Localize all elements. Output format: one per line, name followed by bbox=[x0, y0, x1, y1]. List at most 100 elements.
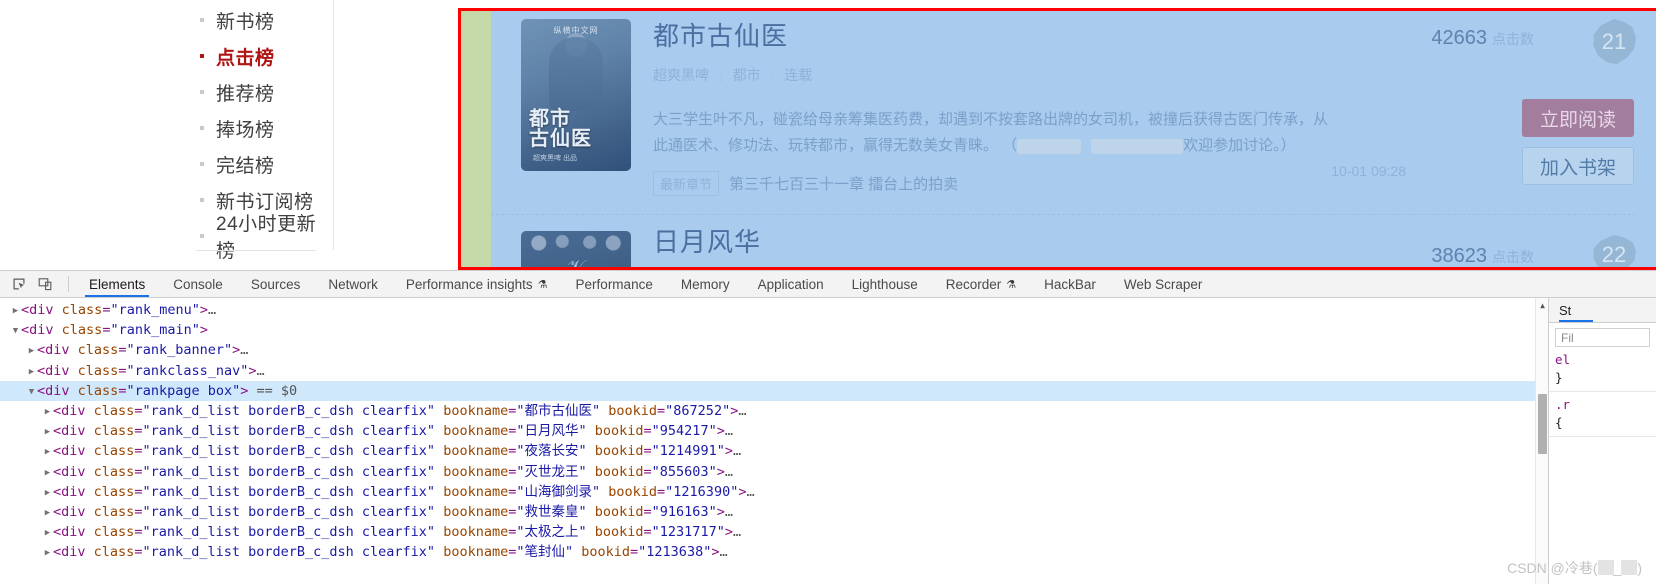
style-rule-brace: { bbox=[1555, 415, 1563, 430]
bullet-icon bbox=[200, 198, 204, 202]
scrollbar-thumb[interactable] bbox=[1538, 394, 1547, 454]
style-rule-selector[interactable]: el bbox=[1555, 351, 1650, 369]
dom-node[interactable]: ▶ <div class="rankclass_nav">… bbox=[0, 361, 1548, 381]
dom-attr-name: bookid bbox=[573, 544, 631, 561]
rank-menu-item[interactable]: 完结榜 bbox=[182, 146, 333, 182]
dom-node[interactable]: ▶ <div class="rank_banner">… bbox=[0, 340, 1548, 360]
dom-tree-pane[interactable]: ▶ <div class="rank_menu">… ▼ <div class="ra… bbox=[0, 298, 1548, 584]
dom-node-tail: … bbox=[208, 302, 217, 318]
dom-attr-name: bookname bbox=[435, 483, 509, 500]
twisty-icon[interactable]: ▶ bbox=[26, 341, 37, 361]
tab-network[interactable]: Network bbox=[314, 271, 392, 297]
styles-filter-input[interactable]: Fil bbox=[1555, 328, 1650, 347]
book-category[interactable]: 都市 bbox=[733, 65, 761, 85]
rank-menu-item[interactable]: 点击榜 bbox=[182, 38, 333, 74]
dom-node-book-row[interactable]: ▶ <div class="rank_d_list borderB_c_dsh c… bbox=[0, 482, 1548, 502]
dom-node-book-row[interactable]: ▶ <div class="rank_d_list borderB_c_dsh c… bbox=[0, 401, 1548, 421]
style-rule-selector[interactable]: .r bbox=[1555, 396, 1650, 414]
dom-attr-value-bookname: "都市古仙医" bbox=[516, 402, 601, 419]
add-to-shelf-button[interactable]: 加入书架 bbox=[1522, 147, 1634, 185]
dom-attr-value: "rank_banner" bbox=[126, 342, 233, 359]
dom-attr-value-bookid: "916163" bbox=[651, 503, 717, 520]
tab-recorder[interactable]: Recorder ⚗ bbox=[932, 271, 1030, 297]
dom-tag-name: div bbox=[45, 342, 70, 359]
dom-node-book-row[interactable]: ▶ <div class="rank_d_list borderB_c_dsh c… bbox=[0, 462, 1548, 482]
latest-chapter-tag: 最新章节 bbox=[653, 171, 720, 196]
device-toolbar-icon[interactable] bbox=[34, 274, 56, 294]
twisty-icon[interactable]: ▶ bbox=[42, 543, 53, 563]
book-row[interactable]: 纵横中文网 都市 古仙医 超爽黑啤 出品 都市古仙医 超爽黑啤 | 都市 | 连载 bbox=[491, 11, 1656, 211]
tab-performance-insights[interactable]: Performance insights ⚗ bbox=[392, 271, 562, 297]
twisty-icon[interactable]: ▶ bbox=[42, 503, 53, 523]
dom-node-book-row[interactable]: ▶ <div class="rank_d_list borderB_c_dsh c… bbox=[0, 542, 1548, 562]
tab-console[interactable]: Console bbox=[159, 271, 237, 297]
rank-main-highlight: 纵横中文网 都市 古仙医 超爽黑啤 出品 都市古仙医 超爽黑啤 | 都市 | 连载 bbox=[458, 8, 1656, 270]
twisty-icon[interactable]: ▼ bbox=[10, 321, 21, 341]
book-row[interactable]: 𝒱 日月风华 38623 点击数 22 bbox=[491, 217, 1656, 267]
book-latest-chapter: 最新章节 第三千七百三十一章 擂台上的拍卖 bbox=[653, 171, 1638, 196]
tab-performance[interactable]: Performance bbox=[562, 271, 667, 297]
rank-menu-item-label: 24小时更新榜 bbox=[216, 214, 317, 262]
read-now-button[interactable]: 立即阅读 bbox=[1522, 99, 1634, 137]
tab-label: Sources bbox=[250, 276, 301, 292]
dom-node-book-row[interactable]: ▶ <div class="rank_d_list borderB_c_dsh c… bbox=[0, 522, 1548, 542]
twisty-icon[interactable]: ▼ bbox=[26, 382, 37, 402]
twisty-icon[interactable]: ▶ bbox=[42, 483, 53, 503]
dom-node[interactable]: ▼ <div class="rank_main"> bbox=[0, 320, 1548, 340]
dom-tree-scrollbar[interactable]: ▲ bbox=[1535, 298, 1548, 584]
book-author[interactable]: 超爽黑啤 bbox=[653, 65, 709, 85]
tab-hackbar[interactable]: HackBar bbox=[1030, 271, 1110, 297]
tab-label: Performance bbox=[575, 276, 653, 292]
book-cover-image[interactable]: 纵横中文网 都市 古仙医 超爽黑啤 出品 bbox=[521, 19, 631, 171]
desc-line-2-prefix: 此通医术、修功法、玩转都市，赢得无数美女青睐。 （ bbox=[653, 137, 1018, 154]
rank-menu-item[interactable]: 新书榜 bbox=[182, 2, 333, 38]
dom-node-book-row[interactable]: ▶ <div class="rank_d_list borderB_c_dsh c… bbox=[0, 502, 1548, 522]
twisty-icon[interactable]: ▶ bbox=[10, 301, 21, 321]
rank-menu-item[interactable]: 推荐榜 bbox=[182, 74, 333, 110]
dom-attr-name: class bbox=[85, 524, 135, 541]
inspect-element-icon[interactable] bbox=[8, 274, 30, 294]
tab-label: Recorder bbox=[945, 276, 1002, 292]
rank-menu-item-label: 推荐榜 bbox=[216, 83, 275, 105]
twisty-icon[interactable]: ▶ bbox=[42, 442, 53, 462]
dom-node-tail: … bbox=[256, 362, 265, 379]
scroll-up-arrow-icon[interactable]: ▲ bbox=[1536, 300, 1548, 312]
twisty-icon[interactable]: ▶ bbox=[42, 422, 53, 442]
book-cover-image[interactable]: 𝒱 bbox=[521, 231, 631, 267]
book-click-count: 42663 点击数 bbox=[1431, 27, 1534, 50]
twisty-icon[interactable]: ▶ bbox=[42, 463, 53, 483]
tab-lighthouse[interactable]: Lighthouse bbox=[838, 271, 932, 297]
dom-attr-value: "rank_main" bbox=[110, 322, 200, 339]
watermark-suffix: _ bbox=[1613, 560, 1622, 576]
watermark-tail: ) bbox=[1637, 560, 1642, 576]
dom-attr-name: bookid bbox=[586, 463, 644, 480]
latest-chapter-name[interactable]: 第三千七百三十一章 擂台上的拍卖 bbox=[729, 173, 958, 194]
book-click-count: 38623 点击数 bbox=[1431, 245, 1534, 267]
dom-node-book-row[interactable]: ▶ <div class="rank_d_list borderB_c_dsh c… bbox=[0, 421, 1548, 441]
rank-menu-item[interactable]: 捧场榜 bbox=[182, 110, 333, 146]
twisty-icon[interactable]: ▶ bbox=[26, 362, 37, 382]
watermark-text: CSDN @冷巷( bbox=[1507, 560, 1598, 576]
tab-label: Performance insights bbox=[405, 276, 533, 292]
dom-attr-name: bookname bbox=[435, 524, 509, 541]
twisty-icon[interactable]: ▶ bbox=[42, 402, 53, 422]
dom-node-tail: … bbox=[732, 443, 742, 460]
click-count-unit: 点击数 bbox=[1492, 249, 1534, 265]
tab-sources[interactable]: Sources bbox=[237, 271, 315, 297]
twisty-icon[interactable]: ▶ bbox=[42, 523, 53, 543]
dom-attr-name: bookname bbox=[435, 402, 509, 419]
dom-node-tail: … bbox=[732, 524, 742, 541]
dom-node-book-row[interactable]: ▶ <div class="rank_d_list borderB_c_dsh c… bbox=[0, 441, 1548, 461]
bullet-icon bbox=[200, 54, 204, 58]
tab-memory[interactable]: Memory bbox=[667, 271, 744, 297]
tab-application[interactable]: Application bbox=[744, 271, 838, 297]
dom-node[interactable]: ▶ <div class="rank_menu">… bbox=[0, 300, 1548, 320]
tab-elements[interactable]: Elements bbox=[75, 271, 159, 297]
tab-styles[interactable]: St bbox=[1559, 298, 1595, 322]
dom-node[interactable]: ▼ <div class="rankpage box"> == $0 bbox=[0, 380, 1548, 402]
dom-attr-name: class bbox=[53, 302, 103, 318]
rank-menu-item[interactable]: 24小时更新榜 bbox=[182, 214, 333, 262]
dom-attr-name: class bbox=[85, 402, 135, 419]
tab-web-scraper[interactable]: Web Scraper bbox=[1110, 271, 1217, 297]
toolbar-divider bbox=[68, 276, 69, 292]
